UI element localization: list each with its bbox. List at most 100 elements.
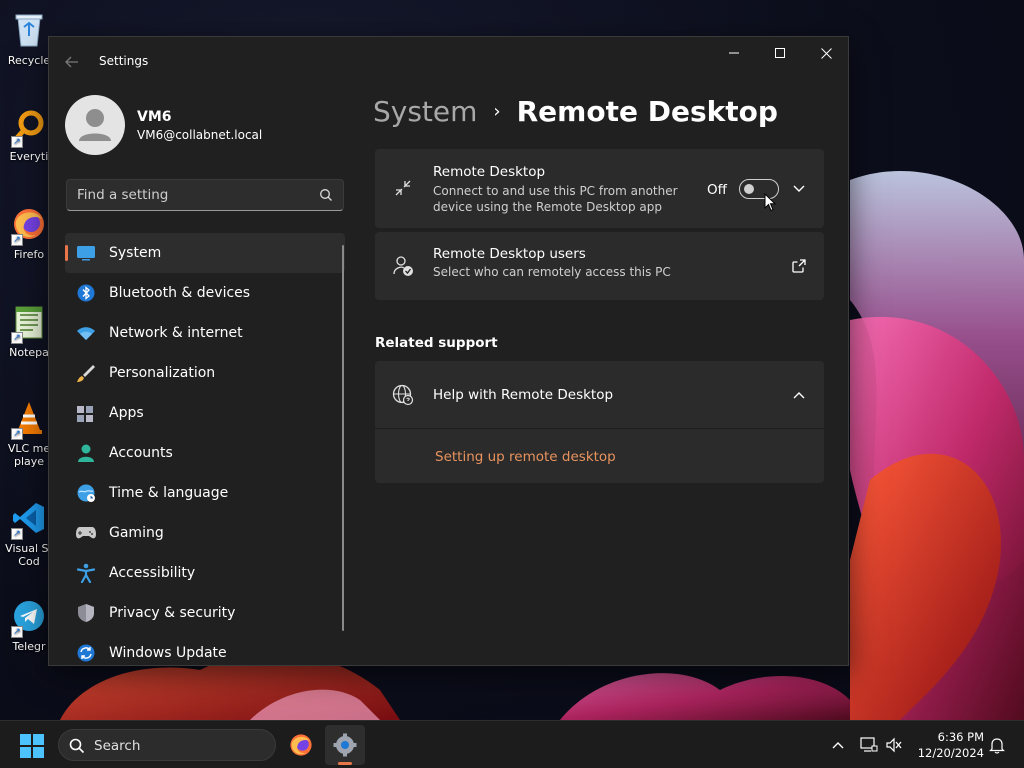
shortcut-arrow-icon: ↗ [11,136,23,148]
user-avatar-icon [79,109,111,141]
brush-icon [75,362,97,384]
user-email: VM6@collabnet.local [137,128,263,142]
window-title: Settings [99,54,149,68]
sidebar-item-accessibility[interactable]: Accessibility [65,553,345,593]
user-name: VM6 [137,109,172,125]
gamepad-icon [75,522,97,544]
breadcrumb-parent-link[interactable]: System [373,95,477,128]
windows-logo-icon [20,734,44,758]
sidebar-item-system[interactable]: System [65,233,345,273]
mouse-cursor-icon [764,192,777,216]
speaker-muted-icon [886,737,902,753]
vlc-cone-icon: ↗ [9,398,49,440]
remote-desktop-desc-line1: Connect to and use this PC from another [433,184,678,198]
find-setting-search-box[interactable] [66,179,344,211]
shortcut-arrow-icon: ↗ [11,428,23,440]
back-button[interactable] [61,51,83,73]
network-monitor-icon [860,737,878,752]
external-link-icon[interactable] [791,258,807,274]
clock-date: 12/20/2024 [917,746,984,760]
system-clock[interactable]: 6:36 PM 12/20/2024 [912,729,984,761]
sidebar-item-label: Accounts [109,445,173,461]
show-hidden-icons-button[interactable] [828,735,848,755]
sidebar-item-accounts[interactable]: Accounts [65,433,345,473]
network-status-button[interactable] [859,735,879,755]
close-button[interactable] [803,37,848,69]
page-title: Remote Desktop [516,95,778,128]
sidebar-item-privacy-security[interactable]: Privacy & security [65,593,345,633]
sidebar-item-label: Gaming [109,525,164,541]
shortcut-arrow-icon: ↗ [11,626,23,638]
search-icon[interactable] [319,188,333,202]
minimize-icon [729,52,739,54]
avatar[interactable] [65,95,125,155]
chevron-down-icon[interactable] [791,181,807,197]
maximize-icon [775,48,785,58]
sidebar-item-label: Personalization [109,365,216,381]
maximize-button[interactable] [757,37,803,69]
sidebar-item-bluetooth[interactable]: Bluetooth & devices [65,273,345,313]
remote-desktop-card[interactable]: Remote Desktop Connect to and use this P… [375,149,824,228]
sidebar-item-label: Windows Update [109,645,227,661]
close-icon [820,47,832,59]
sidebar-item-windows-update[interactable]: Windows Update [65,633,345,665]
accessibility-icon [75,562,97,584]
title-bar[interactable]: Settings [49,37,848,85]
wifi-icon [75,322,97,344]
monitor-icon [75,242,97,264]
remote-users-desc: Select who can remotely access this PC [433,265,671,279]
minimize-button[interactable] [711,37,757,69]
shield-icon [75,602,97,624]
telegram-icon: ↗ [9,596,49,638]
bluetooth-icon [75,282,97,304]
sidebar-item-label: Bluetooth & devices [109,285,251,301]
globe-help-icon [391,383,415,407]
arrow-left-icon [65,56,78,68]
apps-icon [75,402,97,424]
bell-icon [989,738,1005,754]
taskbar-app-firefox[interactable] [281,725,321,765]
recycle-bin-icon [9,10,49,50]
remote-desktop-title: Remote Desktop [433,164,546,180]
sidebar-item-label: System [109,245,162,261]
sidebar-item-label: Accessibility [109,565,196,581]
remote-users-title: Remote Desktop users [433,246,586,262]
vscode-icon: ↗ [9,498,49,540]
settings-window: Settings VM6 VM6@collabnet.local System [48,36,849,666]
volume-muted-button[interactable] [884,735,904,755]
remote-desktop-users-card[interactable]: Remote Desktop users Select who can remo… [375,232,824,300]
sidebar-scrollbar[interactable] [342,245,344,631]
sidebar-item-label: Network & internet [109,325,243,341]
sidebar-item-apps[interactable]: Apps [65,393,345,433]
clock-time: 6:36 PM [937,730,984,744]
sidebar-item-gaming[interactable]: Gaming [65,513,345,553]
sidebar-item-personalization[interactable]: Personalization [65,353,345,393]
chevron-up-icon[interactable] [791,387,807,403]
globe-clock-icon [75,482,97,504]
setting-up-remote-desktop-link[interactable]: Setting up remote desktop [435,449,616,465]
taskbar-search-box[interactable]: Search [58,729,276,761]
shortcut-arrow-icon: ↗ [11,234,23,246]
search-icon [69,738,85,754]
search-input[interactable] [77,185,307,205]
start-button[interactable] [20,734,44,758]
sidebar-item-network[interactable]: Network & internet [65,313,345,353]
taskbar: Search 6:36 PM 12/20/2024 [0,720,1024,768]
sidebar-nav: System Bluetooth & devices Network & int… [65,233,345,665]
help-remote-desktop-title[interactable]: Help with Remote Desktop [433,387,613,403]
shortcut-arrow-icon: ↗ [11,332,23,344]
taskbar-app-settings[interactable] [325,725,365,765]
magnifier-app-icon: ↗ [9,106,49,148]
related-support-heading: Related support [375,335,498,351]
notepad-icon: ↗ [9,302,49,344]
sidebar-item-label: Apps [109,405,144,421]
sidebar-item-time-language[interactable]: Time & language [65,473,345,513]
notifications-button[interactable] [987,735,1007,755]
firefox-icon: ↗ [9,204,49,246]
person-icon [75,442,97,464]
firefox-icon [290,734,312,756]
shortcut-arrow-icon: ↗ [11,528,23,540]
breadcrumb: System › Remote Desktop [373,95,778,128]
update-icon [75,642,97,664]
remote-desktop-icon [391,176,415,200]
